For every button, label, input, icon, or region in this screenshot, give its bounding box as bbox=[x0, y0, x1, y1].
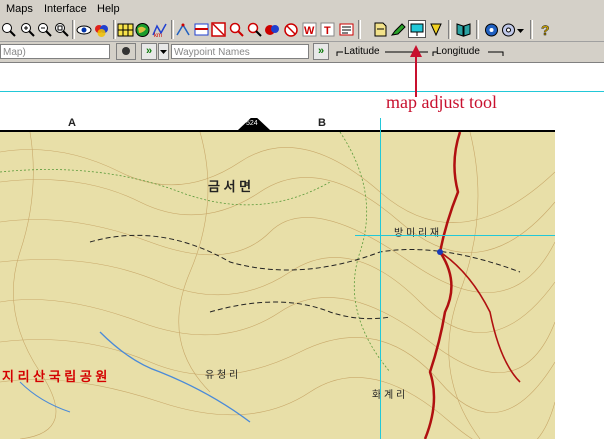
guide-line-vertical bbox=[380, 118, 381, 439]
place-jirisan-park: 지 리 산 국 립 공 원 bbox=[2, 369, 108, 384]
ruler-number: 524 bbox=[246, 120, 258, 127]
disc-icon[interactable] bbox=[500, 21, 517, 38]
tool-a-icon[interactable] bbox=[193, 21, 210, 38]
menu-bar: Maps Interface Help bbox=[0, 0, 604, 18]
globe-icon[interactable] bbox=[134, 21, 151, 38]
tool-c-icon[interactable] bbox=[228, 21, 245, 38]
color-icon[interactable] bbox=[93, 21, 110, 38]
annotation-label: map adjust tool bbox=[386, 92, 497, 112]
toolbar-separator bbox=[358, 20, 361, 39]
terrain-layer bbox=[0, 132, 555, 439]
tool-g-icon[interactable]: W bbox=[301, 21, 318, 38]
annotation-arrow bbox=[410, 45, 422, 97]
measure-icon[interactable] bbox=[175, 21, 192, 38]
toolbar-separator bbox=[448, 20, 451, 39]
longitude-label: Longitude bbox=[436, 46, 480, 57]
map-adjust-icon[interactable] bbox=[408, 20, 426, 38]
tool-b-icon[interactable] bbox=[210, 21, 227, 38]
toolbar-separator bbox=[530, 20, 533, 39]
menu-interface[interactable]: Interface bbox=[44, 3, 87, 15]
guide-line-horizontal-2 bbox=[355, 235, 555, 236]
map-ruler: A B 524 bbox=[0, 118, 555, 132]
pen-icon[interactable] bbox=[428, 21, 445, 38]
tool-e-icon[interactable] bbox=[264, 21, 281, 38]
save-icon[interactable] bbox=[372, 21, 389, 38]
place-hwagye: 화 계 리 bbox=[372, 390, 406, 401]
ruler-letter-a: A bbox=[68, 118, 76, 129]
map-thumbnail-button[interactable] bbox=[116, 43, 136, 60]
topographic-map[interactable]: A B 524 금 서 면 지 리 산 국 립 공 원 유 청 리 방 미 리 … bbox=[0, 118, 555, 439]
zoom-out-icon[interactable] bbox=[36, 21, 53, 38]
edit-icon[interactable] bbox=[390, 21, 407, 38]
toolbar-separator bbox=[72, 20, 75, 39]
grid-icon[interactable] bbox=[117, 21, 134, 38]
zoom-fit-icon[interactable] bbox=[53, 21, 70, 38]
eye-icon[interactable] bbox=[76, 21, 93, 38]
toolbar-separator bbox=[171, 20, 174, 39]
svg-text:W: W bbox=[304, 25, 315, 37]
gps-icon[interactable] bbox=[483, 21, 500, 38]
place-geumseo: 금 서 면 bbox=[208, 179, 252, 194]
latitude-label: Latitude bbox=[344, 46, 380, 57]
menu-help[interactable]: Help bbox=[97, 3, 120, 15]
tool-d-icon[interactable] bbox=[246, 21, 263, 38]
place-yucheong: 유 청 리 bbox=[205, 370, 239, 381]
help-icon[interactable]: ? bbox=[537, 21, 554, 38]
main-toolbar: km W T ? bbox=[0, 18, 604, 42]
route-icon[interactable]: km bbox=[151, 21, 168, 38]
map-name-field[interactable]: Map) bbox=[0, 44, 110, 59]
svg-text:T: T bbox=[324, 25, 331, 37]
waypoint-go-button[interactable]: » bbox=[313, 43, 329, 60]
book-icon[interactable] bbox=[455, 21, 472, 38]
tool-f-icon[interactable] bbox=[283, 21, 300, 38]
tool-h-icon[interactable]: T bbox=[319, 21, 336, 38]
search-toolbar: Map) » Waypoint Names » Latitude Longitu… bbox=[0, 42, 604, 63]
map-dropdown-button[interactable] bbox=[158, 43, 169, 60]
toolbar-separator bbox=[476, 20, 479, 39]
guide-line-horizontal bbox=[0, 91, 604, 92]
map-go-button[interactable]: » bbox=[141, 43, 157, 60]
svg-text:km: km bbox=[154, 33, 162, 38]
dropdown-icon[interactable] bbox=[516, 21, 525, 38]
menu-maps[interactable]: Maps bbox=[6, 3, 33, 15]
ruler-letter-b: B bbox=[318, 118, 326, 129]
tool-i-icon[interactable] bbox=[338, 21, 355, 38]
waypoint-search-input[interactable]: Waypoint Names bbox=[171, 44, 309, 59]
place-bangmi: 방 미 리 재 bbox=[394, 228, 440, 239]
zoom-icon[interactable] bbox=[0, 21, 17, 38]
svg-text:?: ? bbox=[541, 22, 550, 38]
toolbar-separator bbox=[113, 20, 116, 39]
map-viewport[interactable]: A B 524 금 서 면 지 리 산 국 립 공 원 유 청 리 방 미 리 … bbox=[0, 45, 604, 439]
zoom-in-icon[interactable] bbox=[19, 21, 36, 38]
